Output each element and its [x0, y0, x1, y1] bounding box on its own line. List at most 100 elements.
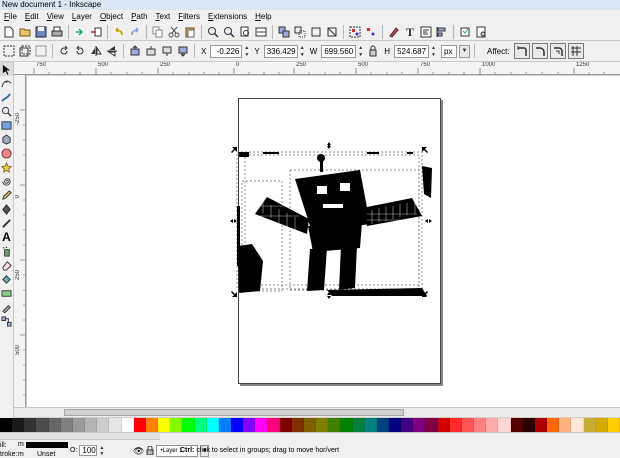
- raise-icon[interactable]: [144, 44, 158, 58]
- color-swatch[interactable]: [291, 418, 304, 432]
- opacity-spinner[interactable]: ▲ ▼: [99, 445, 105, 457]
- eraser-tool-icon[interactable]: [0, 258, 13, 272]
- paint-bucket-tool-icon[interactable]: [0, 272, 13, 286]
- affect-stroke-width-icon[interactable]: [513, 43, 530, 59]
- spin-up-icon[interactable]: ▲: [431, 45, 437, 51]
- menu-view[interactable]: View: [43, 12, 68, 21]
- pencil-tool-icon[interactable]: [0, 188, 13, 202]
- color-swatch[interactable]: [133, 418, 146, 432]
- import-icon[interactable]: [73, 25, 87, 39]
- color-swatch[interactable]: [85, 418, 98, 432]
- pen-tool-icon[interactable]: [0, 202, 13, 216]
- horizontal-scrollbar[interactable]: [14, 407, 620, 417]
- color-swatch[interactable]: [279, 418, 292, 432]
- rotate-cw-icon[interactable]: [73, 44, 87, 58]
- affect-patterns-icon[interactable]: [567, 43, 584, 59]
- star-tool-icon[interactable]: [0, 160, 13, 174]
- color-swatch[interactable]: [12, 418, 25, 432]
- color-swatch[interactable]: [243, 418, 256, 432]
- x-field[interactable]: -0.226: [210, 44, 243, 58]
- layer-visibility-icon[interactable]: 👁: [133, 446, 144, 457]
- print-icon[interactable]: [50, 25, 64, 39]
- ellipse-tool-icon[interactable]: [0, 146, 13, 160]
- fill-swatch[interactable]: [26, 442, 68, 448]
- color-swatch[interactable]: [60, 418, 73, 432]
- connector-tool-icon[interactable]: [0, 314, 13, 328]
- color-swatch[interactable]: [72, 418, 86, 432]
- color-swatch[interactable]: [583, 418, 596, 432]
- y-field[interactable]: 336.429: [263, 44, 298, 58]
- color-swatch[interactable]: [218, 418, 231, 432]
- color-swatch[interactable]: [340, 418, 353, 432]
- select-all-layers-icon[interactable]: [18, 44, 32, 58]
- color-swatch[interactable]: [121, 418, 134, 432]
- unit-select[interactable]: px: [441, 44, 458, 58]
- dropper-tool-icon[interactable]: [0, 300, 13, 314]
- color-swatch[interactable]: [547, 418, 560, 432]
- color-swatch[interactable]: [48, 418, 61, 432]
- spiral-tool-icon[interactable]: [0, 174, 13, 188]
- align-distribute-icon[interactable]: [435, 25, 449, 39]
- color-swatch[interactable]: [413, 418, 426, 432]
- color-swatch[interactable]: [534, 418, 548, 432]
- color-swatch[interactable]: [376, 418, 389, 432]
- text-font-icon[interactable]: T: [403, 25, 417, 39]
- deselect-icon[interactable]: [34, 44, 48, 58]
- color-swatch[interactable]: [389, 418, 402, 432]
- scrollbar-thumb[interactable]: [64, 409, 404, 416]
- zoom-page-icon[interactable]: [238, 25, 252, 39]
- color-swatch[interactable]: [24, 418, 37, 432]
- redo-icon[interactable]: [128, 25, 142, 39]
- h-field[interactable]: 524.687: [394, 44, 430, 58]
- selector-tool-icon[interactable]: [0, 62, 13, 76]
- spin-down-icon[interactable]: ▼: [431, 52, 437, 58]
- spin-up-icon[interactable]: ▲: [358, 45, 364, 51]
- zoom-selection-icon[interactable]: [206, 25, 220, 39]
- color-swatch[interactable]: [352, 418, 365, 432]
- drawing-canvas[interactable]: [27, 76, 620, 407]
- spin-down-icon[interactable]: ▼: [244, 52, 250, 58]
- color-swatch[interactable]: [255, 418, 268, 432]
- document-properties-icon[interactable]: [474, 25, 488, 39]
- color-swatch[interactable]: [474, 418, 487, 432]
- palette-scrollbar[interactable]: [0, 433, 160, 440]
- color-swatch[interactable]: [230, 418, 244, 432]
- color-swatch[interactable]: [170, 418, 183, 432]
- x-spinner[interactable]: ▲ ▼: [244, 45, 250, 58]
- rectangle-tool-icon[interactable]: [0, 118, 13, 132]
- flip-vertical-icon[interactable]: [105, 44, 119, 58]
- undo-icon[interactable]: [112, 25, 126, 39]
- menu-filters[interactable]: Filters: [174, 12, 204, 21]
- menu-help[interactable]: Help: [251, 12, 275, 21]
- select-original-icon[interactable]: [325, 25, 339, 39]
- open-icon[interactable]: [18, 25, 32, 39]
- color-swatch[interactable]: [206, 418, 219, 432]
- drawing-artwork[interactable]: [27, 76, 620, 407]
- select-all-icon[interactable]: [2, 44, 16, 58]
- menu-edit[interactable]: Edit: [21, 12, 43, 21]
- zoom-drawing-icon[interactable]: [222, 25, 236, 39]
- tweak-tool-icon[interactable]: [0, 90, 13, 104]
- color-swatch[interactable]: [145, 418, 159, 432]
- color-swatch[interactable]: [522, 418, 535, 432]
- color-swatch[interactable]: [571, 418, 584, 432]
- color-swatch[interactable]: [109, 418, 122, 432]
- duplicate-icon[interactable]: [277, 25, 291, 39]
- preferences-icon[interactable]: [458, 25, 472, 39]
- w-spinner[interactable]: ▲ ▼: [358, 45, 364, 58]
- rotate-ccw-icon[interactable]: [57, 44, 71, 58]
- color-swatch[interactable]: [97, 418, 110, 432]
- affect-corners-icon[interactable]: [531, 43, 548, 59]
- text-tool-icon[interactable]: A: [0, 230, 13, 244]
- color-swatch[interactable]: [498, 418, 511, 432]
- unlink-clone-icon[interactable]: [309, 25, 323, 39]
- menu-text[interactable]: Text: [152, 12, 175, 21]
- color-swatch[interactable]: [449, 418, 462, 432]
- color-swatch[interactable]: [595, 418, 608, 432]
- cut-icon[interactable]: [167, 25, 181, 39]
- color-swatch[interactable]: [267, 418, 280, 432]
- opacity-field[interactable]: 100: [79, 445, 98, 456]
- box3d-tool-icon[interactable]: [0, 132, 13, 146]
- spin-down-icon[interactable]: ▼: [358, 52, 364, 58]
- w-field[interactable]: 699.560: [321, 44, 357, 58]
